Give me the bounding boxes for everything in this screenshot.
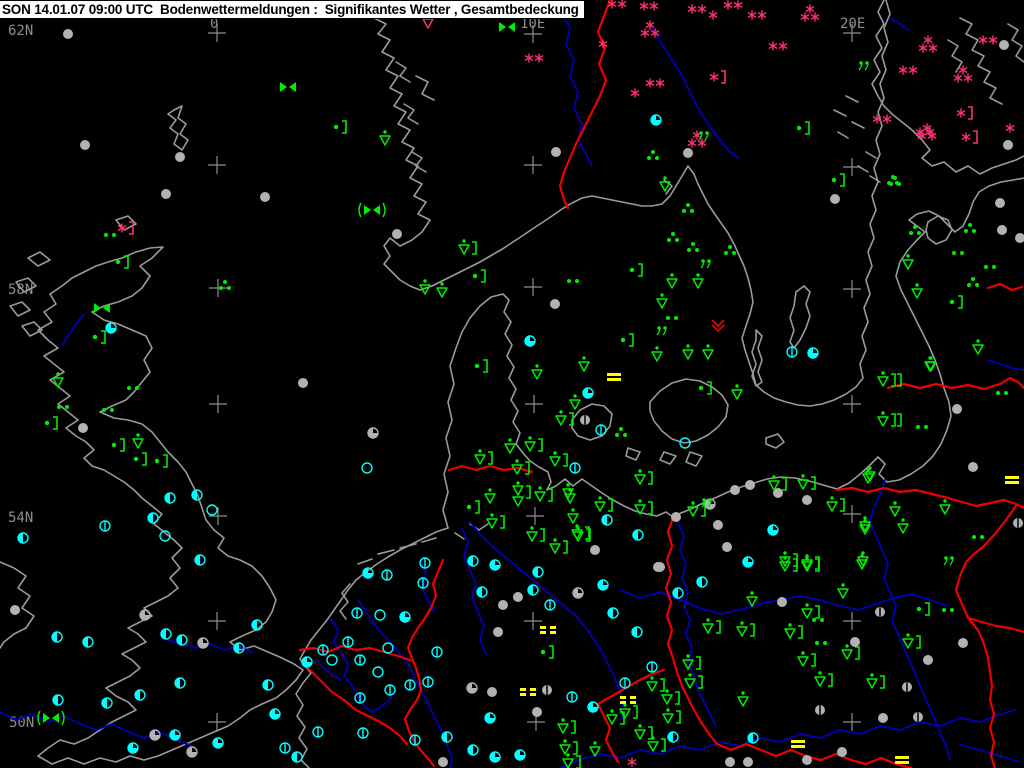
overcast-gray-icon — [655, 562, 665, 572]
overcast-gray-icon — [260, 192, 270, 202]
cloud-cover-7-okta-gray-icon — [815, 705, 825, 715]
cloud-cover-6-okta-icon — [742, 556, 754, 568]
cloud-cover-7-okta-gray-icon — [542, 685, 552, 695]
cloud-cover-6-okta-icon — [269, 708, 281, 720]
grid-label: 20E — [840, 16, 865, 32]
weather-map: 62N58N54N50N0 10E 20E — [0, 0, 1024, 768]
cloud-cover-6-okta-icon — [597, 579, 609, 591]
overcast-gray-icon — [683, 148, 693, 158]
cloud-cover-7-okta-gray-icon — [913, 712, 923, 722]
overcast-gray-icon — [923, 655, 933, 665]
overcast-gray-icon — [999, 40, 1009, 50]
cloud-cover-7-okta-gray-icon — [902, 682, 912, 692]
overcast-gray-icon — [438, 757, 448, 767]
overcast-gray-icon — [80, 140, 90, 150]
cloud-cover-6-okta-icon — [524, 335, 536, 347]
overcast-gray-icon — [995, 198, 1005, 208]
overcast-gray-icon — [550, 299, 560, 309]
overcast-gray-icon — [498, 600, 508, 610]
cloud-cover-6-okta-icon — [489, 751, 501, 763]
overcast-gray-icon — [532, 707, 542, 717]
overcast-gray-icon — [63, 29, 73, 39]
overcast-gray-icon — [743, 757, 753, 767]
overcast-gray-icon — [1003, 140, 1013, 150]
overcast-gray-icon — [493, 627, 503, 637]
overcast-gray-icon — [392, 229, 402, 239]
cloud-cover-6-okta-icon — [169, 729, 181, 741]
overcast-gray-icon — [722, 542, 732, 552]
cloud-cover-6-okta-icon — [362, 567, 374, 579]
cloud-cover-6-okta-icon — [582, 387, 594, 399]
cloud-cover-6-okta-gray-icon — [186, 746, 198, 758]
overcast-gray-icon — [997, 225, 1007, 235]
cloud-cover-6-okta-gray-icon — [572, 587, 584, 599]
overcast-gray-icon — [968, 462, 978, 472]
overcast-gray-icon — [10, 605, 20, 615]
overcast-gray-icon — [713, 520, 723, 530]
cloud-cover-7-okta-gray-icon — [580, 415, 590, 425]
overcast-gray-icon — [837, 747, 847, 757]
cloud-cover-6-okta-gray-icon — [149, 729, 161, 741]
overcast-gray-icon — [513, 592, 523, 602]
overcast-gray-icon — [952, 404, 962, 414]
overcast-gray-icon — [590, 545, 600, 555]
cloud-cover-6-okta-icon — [484, 712, 496, 724]
cloud-cover-6-okta-icon — [767, 524, 779, 536]
cloud-cover-6-okta-icon — [127, 742, 139, 754]
overcast-gray-icon — [878, 713, 888, 723]
cloud-cover-6-okta-icon — [399, 611, 411, 623]
cloud-cover-6-okta-icon — [514, 749, 526, 761]
grid-label: 62N — [8, 23, 33, 39]
cloud-cover-7-okta-gray-icon — [875, 607, 885, 617]
overcast-gray-icon — [175, 152, 185, 162]
cloud-cover-6-okta-icon — [301, 656, 313, 668]
cloud-cover-6-okta-icon — [587, 701, 599, 713]
cloud-cover-6-okta-gray-icon — [197, 637, 209, 649]
overcast-gray-icon — [730, 485, 740, 495]
overcast-gray-icon — [551, 147, 561, 157]
cloud-cover-6-okta-icon — [105, 322, 117, 334]
grid-label: 54N — [8, 510, 33, 526]
overcast-gray-icon — [671, 512, 681, 522]
overcast-gray-icon — [850, 637, 860, 647]
cloud-cover-7-okta-gray-icon — [1013, 518, 1023, 528]
overcast-gray-icon — [802, 755, 812, 765]
cloud-cover-6-okta-icon — [650, 114, 662, 126]
overcast-gray-icon — [78, 423, 88, 433]
overcast-gray-icon — [725, 757, 735, 767]
weather-map-screen: 62N 58N 54N 50N 0 10E 20E SON 14.01.07 09:00 U… — [0, 0, 1024, 768]
overcast-gray-icon — [802, 495, 812, 505]
cloud-cover-6-okta-gray-icon — [466, 682, 478, 694]
cloud-cover-6-okta-icon — [489, 559, 501, 571]
overcast-gray-icon — [298, 378, 308, 388]
overcast-gray-icon — [745, 480, 755, 490]
overcast-gray-icon — [487, 687, 497, 697]
overcast-gray-icon — [161, 189, 171, 199]
cloud-cover-6-okta-gray-icon — [139, 609, 151, 621]
cloud-cover-6-okta-gray-icon — [367, 427, 379, 439]
cloud-cover-6-okta-icon — [212, 737, 224, 749]
cloud-cover-6-okta-icon — [807, 347, 819, 359]
map-title-bar: SON 14.01.07 09:00 UTC Bodenwettermeldun… — [0, 0, 585, 19]
overcast-gray-icon — [958, 638, 968, 648]
overcast-gray-icon — [830, 194, 840, 204]
overcast-gray-icon — [777, 597, 787, 607]
